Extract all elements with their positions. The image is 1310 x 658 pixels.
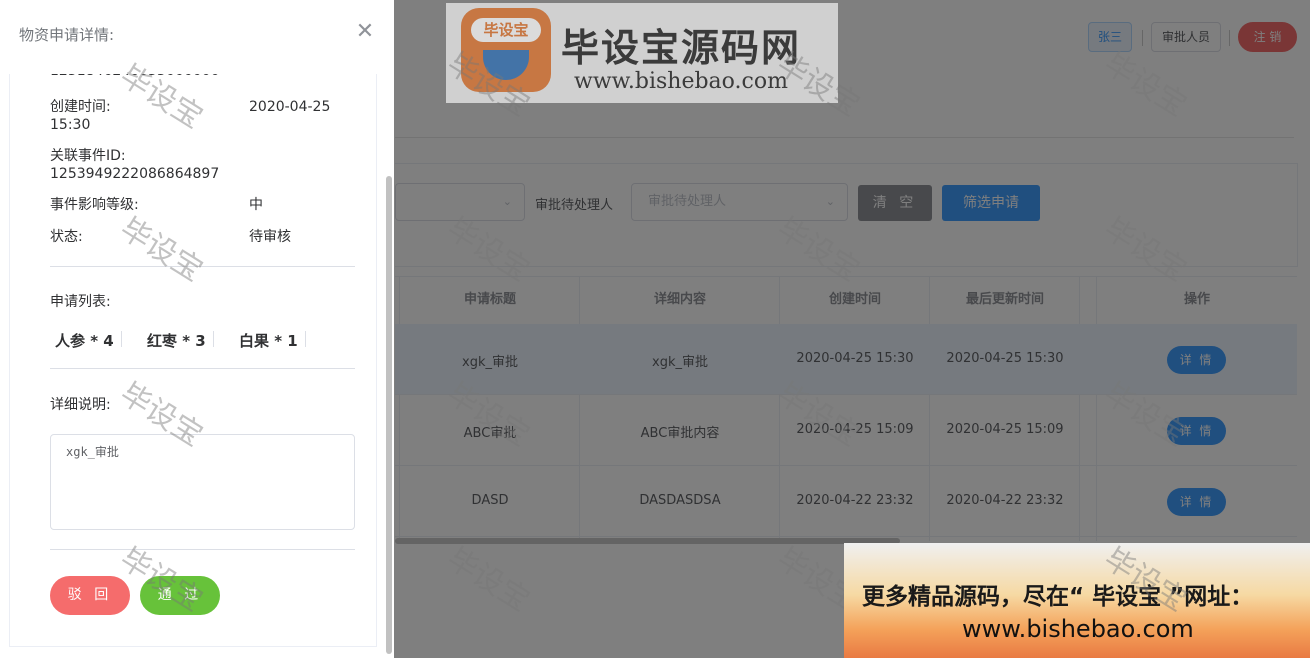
application-detail-drawer: 物资申请详情: ✕ 1251846246053666666 创建时间: 2020… (0, 0, 394, 658)
apply-item-separator (305, 331, 306, 347)
logo-mascot-shape (483, 50, 529, 80)
event-id-label: 关联事件ID: (50, 148, 126, 164)
status-label: 状态: (50, 229, 83, 245)
section-divider (50, 549, 355, 550)
logo-url: www.bishebao.com (574, 69, 788, 94)
promo-banner: 更多精品源码，尽在“ 毕设宝 ”网址： www.bishebao.com (844, 543, 1310, 658)
drawer-title: 物资申请详情: (19, 26, 115, 44)
event-id-value: 1253949222086864897 (50, 166, 220, 182)
apply-item: 红枣 * 3 (147, 332, 206, 350)
section-divider (50, 368, 355, 369)
promo-line-1: 更多精品源码，尽在“ 毕设宝 ”网址： (862, 584, 1254, 610)
partial-id-text: 1251846246053666666 (50, 74, 219, 79)
description-textarea[interactable]: xgk_审批 (50, 434, 355, 530)
section-divider (50, 266, 355, 267)
logo-icon-text: 毕设宝 (471, 18, 541, 42)
logo-title: 毕设宝源码网 (561, 26, 802, 70)
status-value: 待审核 (249, 229, 291, 245)
partial-id-clip: 1251846246053666666 (50, 74, 350, 82)
apply-item-separator (121, 331, 122, 347)
impact-label: 事件影响等级: (50, 197, 139, 213)
promo-url: www.bishebao.com (962, 615, 1194, 643)
apply-item: 白果 * 1 (239, 332, 298, 350)
close-icon[interactable]: ✕ (353, 20, 377, 44)
created-value-time: 15:30 (50, 117, 91, 133)
drawer-vertical-scrollbar[interactable] (386, 176, 392, 654)
approve-button[interactable]: 通 过 (140, 576, 220, 615)
apply-list-label: 申请列表: (50, 294, 111, 310)
created-value-date: 2020-04-25 (249, 99, 331, 115)
description-label: 详细说明: (50, 397, 111, 413)
impact-value: 中 (249, 197, 263, 213)
apply-item: 人参 * 4 (55, 332, 114, 350)
apply-item-separator (213, 331, 214, 347)
logo-icon: 毕设宝 (461, 8, 551, 92)
created-label: 创建时间: (50, 99, 111, 115)
reject-button[interactable]: 驳 回 (50, 576, 130, 615)
site-logo: 毕设宝 毕设宝源码网 www.bishebao.com (446, 3, 838, 103)
